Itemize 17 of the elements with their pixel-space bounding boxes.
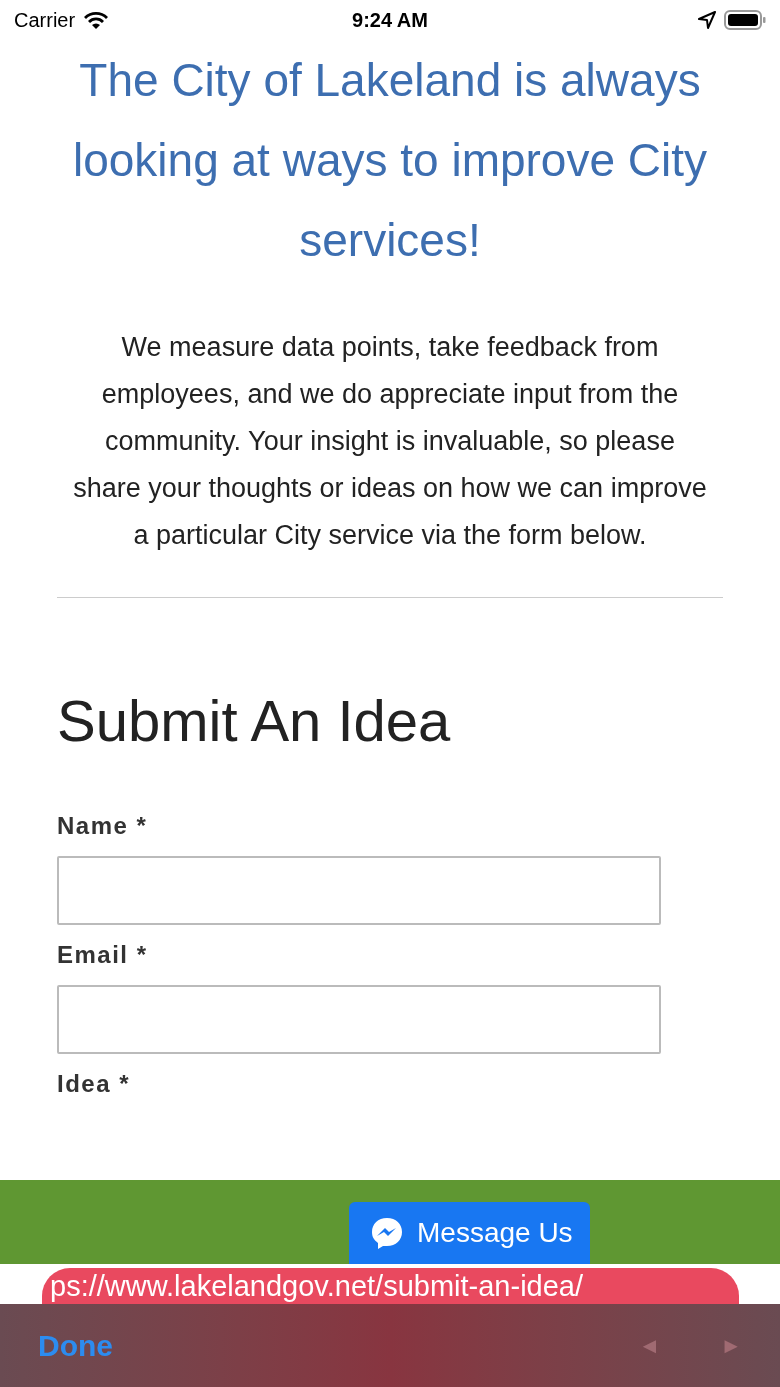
field-label: Email * xyxy=(57,940,149,970)
battery-icon xyxy=(724,9,766,31)
message-us-button[interactable]: Message Us xyxy=(349,1202,590,1264)
field-label: Idea * xyxy=(57,1069,132,1099)
intro-paragraph: We measure data points, take feedback from employees, and we do appreciate input from the community. Your insight is invaluable, so please share your thoughts or ideas on how we can improve a particular City service via the form below. xyxy=(72,331,708,552)
done-button[interactable]: Done xyxy=(38,1323,113,1368)
wifi-icon xyxy=(83,10,110,30)
clock-label: 9:24 AM xyxy=(352,8,428,33)
form-title: Submit An Idea xyxy=(57,687,452,755)
url-bar[interactable]: ps://www.lakelandgov.net/submit-an-idea/ xyxy=(42,1268,739,1304)
text-input-field[interactable] xyxy=(57,856,661,925)
location-arrow-icon xyxy=(698,11,716,29)
messenger-icon xyxy=(369,1215,405,1251)
page-heading: The City of Lakeland is always looking at ways to improve City services! xyxy=(72,53,708,268)
carrier-label: Carrier xyxy=(14,8,76,33)
text-input-field[interactable] xyxy=(57,985,661,1054)
field-label: Name * xyxy=(57,811,149,841)
